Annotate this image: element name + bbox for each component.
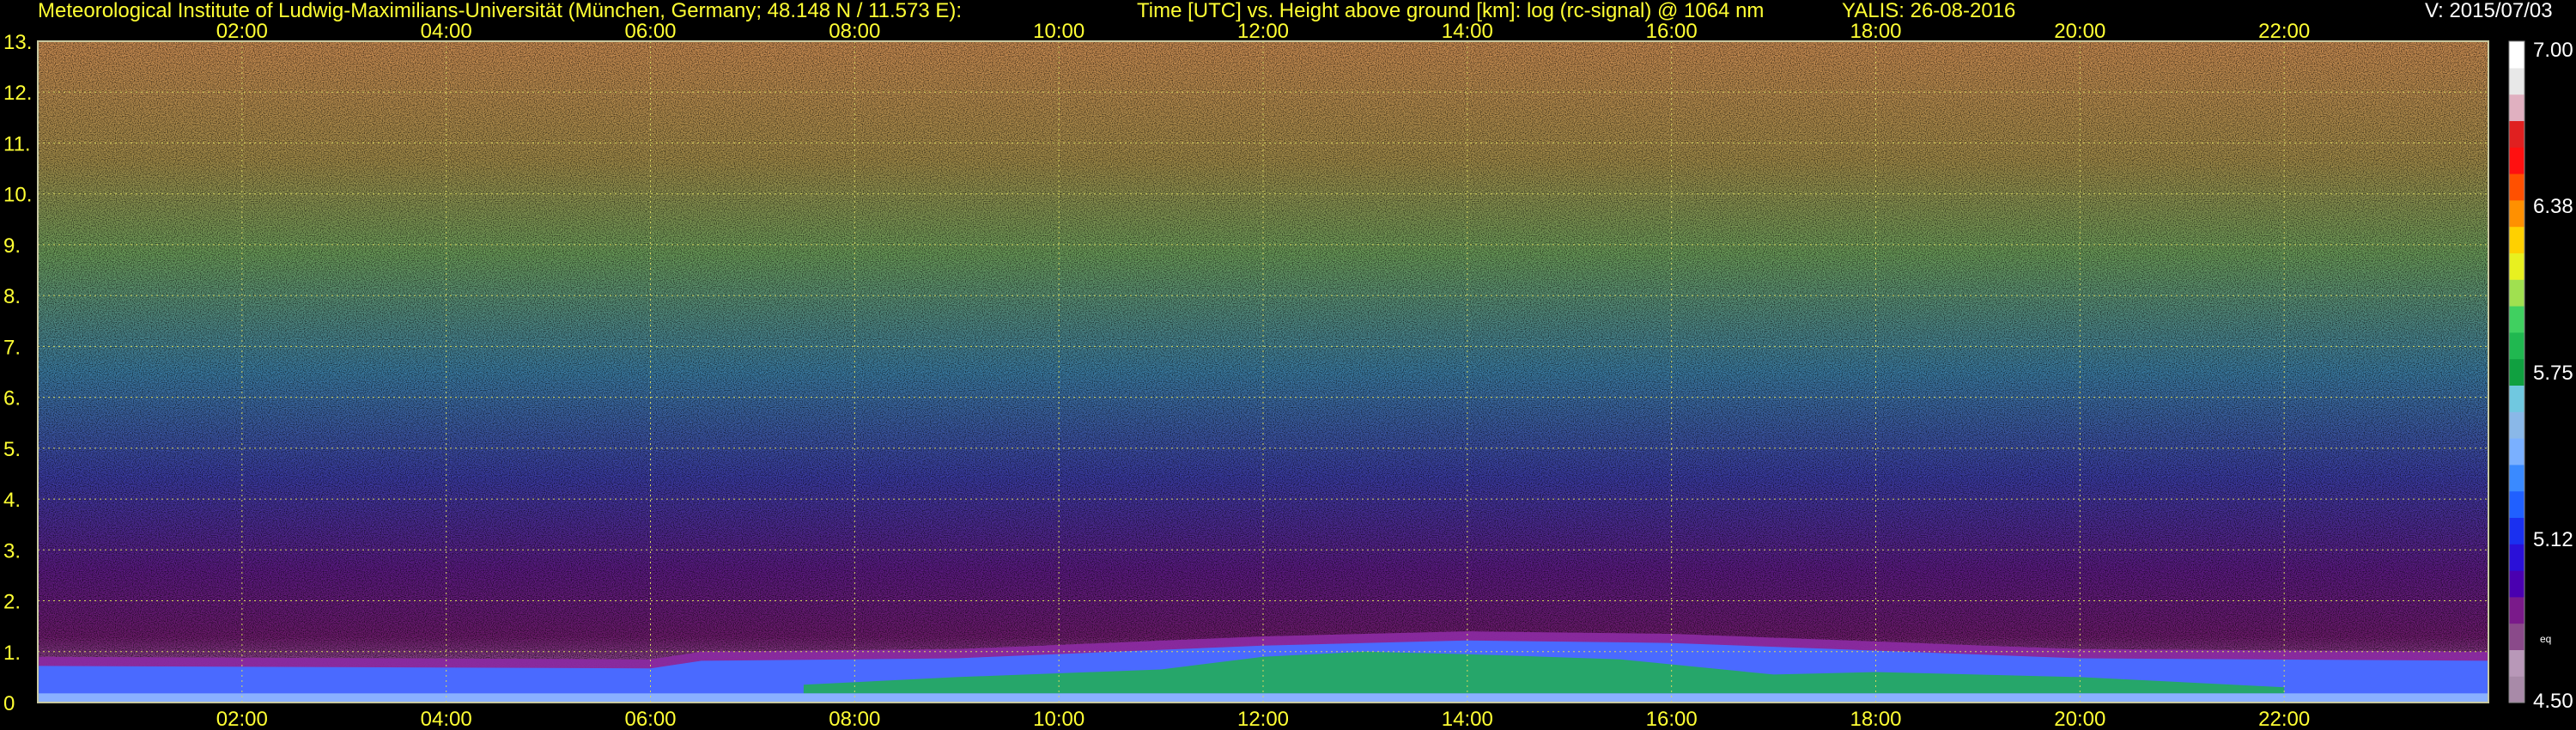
colorbar-segment (2509, 67, 2524, 95)
colorbar-segment (2509, 649, 2524, 677)
x-tick-label-bottom: 16:00 (1646, 708, 1698, 730)
colorbar-segment (2509, 623, 2524, 650)
colorbar-segment (2509, 279, 2524, 307)
colorbar-segment (2509, 94, 2524, 121)
lidar-chart: 02:00 02:00 04:00 04:00 06:00 06:00 08:00 08:00… (3, 20, 2573, 730)
y-tick-label: 4. (3, 489, 21, 512)
x-tick-label-bottom: 12:00 (1237, 708, 1289, 730)
x-tick-label-bottom: 22:00 (2258, 708, 2310, 730)
y-tick-label: 2. (3, 591, 21, 614)
x-tick-label-bottom: 04:00 (421, 708, 472, 730)
colorbar-segment (2509, 332, 2524, 360)
colorbar-segment (2509, 596, 2524, 624)
chart-description: Time [UTC] vs. Height above ground [km]:… (1137, 0, 1765, 22)
y-tick-label: 1. (3, 642, 21, 665)
y-tick-label: 9. (3, 234, 21, 258)
y-tick-label: 7. (3, 336, 21, 359)
x-tick-label-top: 10:00 (1033, 20, 1084, 43)
x-tick-label-bottom: 06:00 (624, 708, 676, 730)
colorbar-segment (2509, 252, 2524, 280)
colorbar-segment (2509, 411, 2524, 439)
colorbar-segment (2509, 438, 2524, 465)
version-label: V: 2015/07/03 (2425, 0, 2553, 22)
colorbar-segment (2509, 570, 2524, 598)
x-tick-label-top: 18:00 (1850, 20, 1901, 43)
colorbar-tick-label: 7.00 (2533, 39, 2573, 62)
colorbar-tick-label: 5.75 (2533, 362, 2573, 385)
x-tick-label-top: 06:00 (624, 20, 676, 43)
y-tick-label: 13. (3, 31, 32, 54)
y-tick-label: 12. (3, 82, 32, 105)
x-tick-label-top: 12:00 (1237, 20, 1289, 43)
colorbar-segment (2509, 306, 2524, 333)
instrument-date: YALIS: 26-08-2016 (1842, 0, 2016, 22)
colorbar-tick-label: 4.50 (2533, 690, 2573, 713)
colorbar-segment (2509, 464, 2524, 492)
colorbar-segment (2509, 358, 2524, 386)
y-tick-label: 8. (3, 285, 21, 308)
colorbar-segment (2509, 490, 2524, 518)
x-tick-label-bottom: 14:00 (1442, 708, 1493, 730)
institute-title: Meteorological Institute of Ludwig-Maxim… (38, 0, 963, 22)
colorbar-segment (2509, 120, 2524, 148)
colorbar-segment (2509, 676, 2524, 703)
x-tick-label-top: 04:00 (421, 20, 472, 43)
colorbar-tick-label: 6.38 (2533, 195, 2573, 218)
x-tick-label-top: 22:00 (2258, 20, 2310, 43)
colorbar-segment (2509, 544, 2524, 571)
x-tick-label-bottom: 20:00 (2054, 708, 2105, 730)
y-tick-label: 0 (3, 692, 15, 715)
colorbar-segment (2509, 147, 2524, 174)
colorbar-segment (2509, 226, 2524, 253)
x-tick-label-top: 08:00 (829, 20, 880, 43)
x-tick-label-top: 14:00 (1442, 20, 1493, 43)
x-tick-label-bottom: 08:00 (829, 708, 880, 730)
colorbar-segment (2509, 517, 2524, 544)
x-tick-label-bottom: 10:00 (1033, 708, 1084, 730)
y-tick-label: 10. (3, 184, 32, 207)
x-tick-label-top: 02:00 (216, 20, 268, 43)
x-tick-label-top: 16:00 (1646, 20, 1698, 43)
x-tick-label-top: 20:00 (2054, 20, 2105, 43)
colorbar-segment (2509, 41, 2524, 69)
colorbar-segment (2509, 199, 2524, 228)
x-tick-label-bottom: 18:00 (1850, 708, 1901, 730)
colorbar-tick-label: 5.12 (2533, 528, 2573, 551)
x-tick-label-bottom: 02:00 (216, 708, 268, 730)
colorbar-segment (2509, 385, 2524, 412)
y-tick-label: 11. (3, 132, 31, 155)
y-tick-label: 3. (3, 539, 21, 563)
colorbar-extra-label: eq (2540, 633, 2551, 645)
y-tick-label: 5. (3, 438, 21, 461)
colorbar-segment (2509, 173, 2524, 201)
y-tick-label: 6. (3, 387, 21, 411)
